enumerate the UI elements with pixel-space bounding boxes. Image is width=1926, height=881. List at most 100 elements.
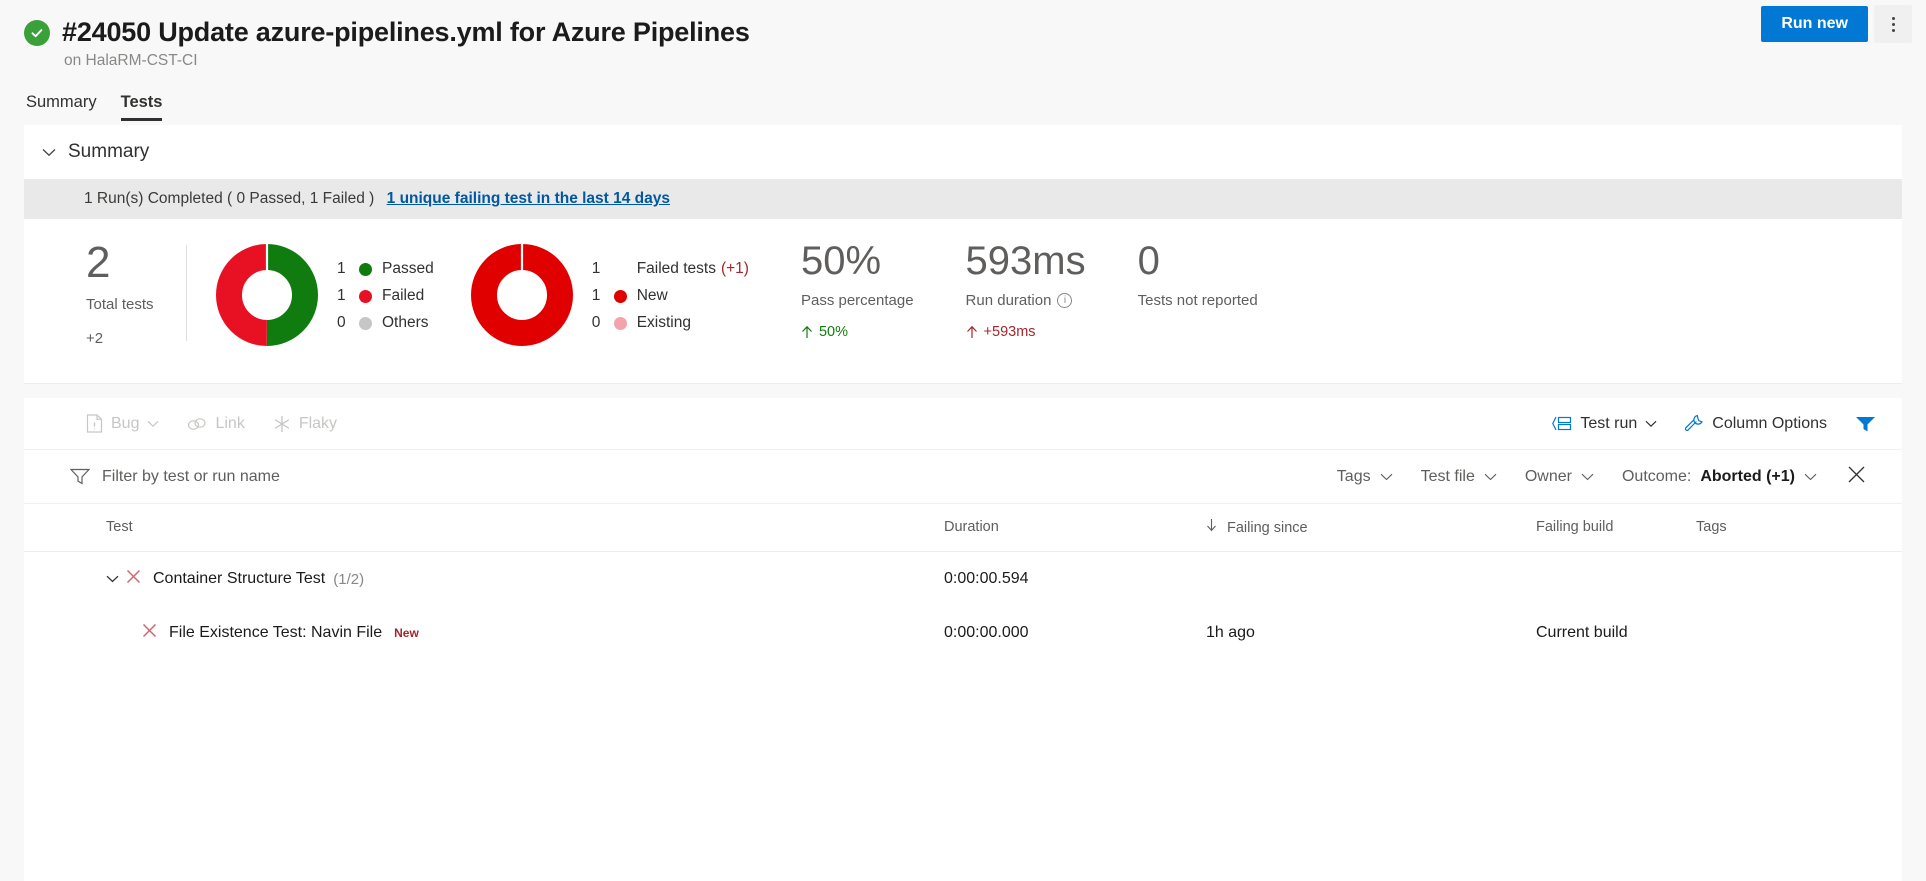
legend-dot-new	[614, 290, 627, 303]
filter-outcome-label: Outcome:	[1622, 468, 1691, 486]
run-duration-value: 593ms	[966, 241, 1086, 281]
cell-failing-since	[1206, 552, 1536, 607]
column-options-button[interactable]: Column Options	[1671, 410, 1841, 437]
legend-item: 1 Failed	[337, 287, 434, 305]
summary-card: Summary 1 Run(s) Completed ( 0 Passed, 1…	[24, 125, 1902, 384]
legend-dot-existing	[614, 317, 627, 330]
legend-dot-passed	[359, 263, 372, 276]
column-header-test[interactable]: Test	[24, 504, 944, 552]
search-input[interactable]: Filter by test or run name	[102, 468, 280, 486]
arrow-up-icon	[966, 325, 978, 339]
test-run-grouping-button[interactable]: Test run	[1538, 411, 1671, 437]
filter-test-file-label: Test file	[1421, 468, 1475, 486]
filter-tags[interactable]: Tags	[1325, 463, 1405, 491]
failed-tests-delta: (+1)	[721, 260, 749, 278]
flaky-button[interactable]: Flaky	[259, 411, 351, 437]
bug-file-icon	[86, 414, 103, 433]
legend-label: Passed	[382, 260, 434, 278]
test-results-card: Bug Link Flaky	[24, 398, 1902, 881]
link-button[interactable]: Link	[173, 411, 258, 437]
group-by-icon	[1552, 415, 1572, 432]
legend-count: 1	[337, 260, 357, 278]
legend-item: 1 Failed tests (+1)	[592, 260, 749, 278]
page-title: #24050 Update azure-pipelines.yml for Az…	[62, 18, 750, 48]
unique-failing-test-link[interactable]: 1 unique failing test in the last 14 day…	[387, 190, 670, 207]
tab-tests[interactable]: Tests	[113, 89, 171, 121]
x-fail-icon	[126, 569, 141, 589]
info-icon[interactable]: i	[1057, 293, 1072, 308]
total-tests-delta: +2	[86, 330, 186, 347]
x-fail-icon	[142, 623, 157, 643]
tests-not-reported-metric: 0 Tests not reported	[1086, 241, 1258, 309]
run-duration-trend: +593ms	[966, 324, 1086, 340]
test-outcome-chart-group: 1 Passed 1 Failed 0 Others	[187, 241, 434, 349]
legend-item: 1 New	[592, 287, 749, 305]
pass-percentage-trend-value: 50%	[819, 324, 848, 340]
run-new-button[interactable]: Run new	[1761, 6, 1868, 42]
tab-list: Summary Tests	[0, 89, 1926, 121]
new-badge: New	[394, 626, 419, 640]
tab-summary[interactable]: Summary	[18, 89, 105, 121]
search-filter-group[interactable]: Filter by test or run name	[70, 468, 280, 486]
header-actions: Run new	[1761, 5, 1912, 43]
legend-item: 1 Passed	[337, 260, 434, 278]
cell-tags	[1696, 552, 1902, 607]
filter-funnel-icon	[70, 468, 90, 485]
filter-toggle-button[interactable]	[1841, 411, 1880, 437]
filter-funnel-icon	[1855, 415, 1876, 433]
table-header-row: Test Duration Failing since Failing buil…	[24, 504, 1902, 552]
column-header-failing-since-label: Failing since	[1227, 520, 1308, 536]
legend-count: 1	[337, 287, 357, 305]
column-header-failing-since[interactable]: Failing since	[1206, 504, 1536, 552]
legend-label: Existing	[637, 314, 691, 332]
toolbar-actions-left: Bug Link Flaky	[72, 410, 351, 437]
test-outcome-donut-chart	[213, 241, 321, 349]
cell-tags	[1696, 606, 1902, 660]
toolbar-actions-right: Test run Column Options	[1538, 410, 1880, 437]
failed-tests-chart-group: 1 Failed tests (+1) 1 New 0 Existing	[434, 241, 749, 349]
row-expand-chevron-down-icon[interactable]	[106, 572, 126, 586]
link-button-label: Link	[215, 415, 244, 433]
tests-not-reported-value: 0	[1138, 241, 1258, 281]
tests-not-reported-label: Tests not reported	[1138, 292, 1258, 309]
legend-dot-others	[359, 317, 372, 330]
legend-count: 0	[337, 314, 357, 332]
chevron-down-icon	[1380, 473, 1393, 481]
test-name: Container Structure Test	[153, 570, 325, 588]
arrow-up-icon	[801, 325, 813, 339]
filter-test-file[interactable]: Test file	[1409, 463, 1509, 491]
bug-button[interactable]: Bug	[72, 410, 173, 437]
run-status-banner: 1 Run(s) Completed ( 0 Passed, 1 Failed …	[24, 179, 1902, 219]
flaky-button-label: Flaky	[299, 415, 337, 433]
table-row[interactable]: File Existence Test: Navin File New 0:00…	[24, 606, 1902, 660]
clear-filters-button[interactable]	[1833, 460, 1880, 493]
legend-item: 0 Others	[337, 314, 434, 332]
legend-item: 0 Existing	[592, 314, 749, 332]
summary-section-toggle[interactable]: Summary	[24, 125, 1902, 179]
legend-label: New	[637, 287, 668, 305]
table-row[interactable]: Container Structure Test (1/2) 0:00:00.5…	[24, 552, 1902, 607]
summary-stats: 2 Total tests +2 1 Passed 1 F	[24, 219, 1902, 383]
test-subcount: (1/2)	[333, 571, 364, 588]
total-tests-value: 2	[86, 241, 186, 285]
legend-label: Others	[382, 314, 429, 332]
run-duration-label: Run duration	[966, 292, 1052, 309]
legend-label: Failed	[382, 287, 424, 305]
filter-owner[interactable]: Owner	[1513, 463, 1606, 491]
failed-tests-legend: 1 Failed tests (+1) 1 New 0 Existing	[592, 258, 749, 332]
test-outcome-legend: 1 Passed 1 Failed 0 Others	[337, 258, 434, 332]
chevron-down-icon	[42, 145, 56, 160]
pass-percentage-trend: 50%	[801, 324, 914, 340]
kebab-menu-icon[interactable]	[1874, 5, 1912, 43]
chevron-down-icon	[147, 420, 159, 428]
column-header-duration[interactable]: Duration	[944, 504, 1206, 552]
filter-outcome[interactable]: Outcome: Aborted (+1)	[1610, 463, 1829, 491]
column-header-tags[interactable]: Tags	[1696, 504, 1902, 552]
cell-test: Container Structure Test (1/2)	[24, 552, 944, 607]
legend-count: 1	[592, 260, 612, 278]
wrench-icon	[1685, 414, 1704, 433]
filter-tags-label: Tags	[1337, 468, 1371, 486]
pass-percentage-value: 50%	[801, 241, 914, 281]
cell-failing-since: 1h ago	[1206, 606, 1536, 660]
column-header-failing-build[interactable]: Failing build	[1536, 504, 1696, 552]
